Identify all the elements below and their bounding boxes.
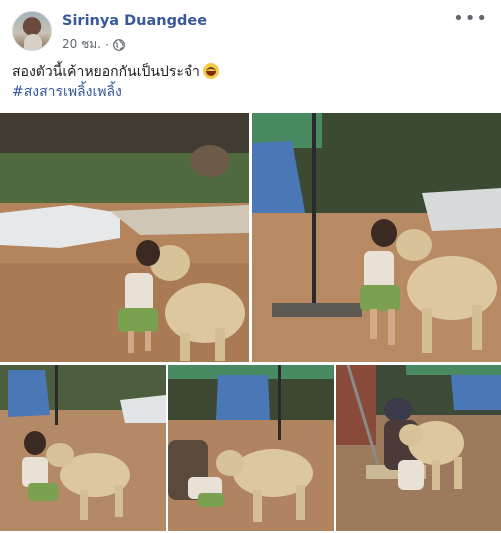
more-options-icon[interactable]: ••• [453,10,488,28]
photo-1-image [0,113,249,362]
photo-2[interactable] [252,113,501,362]
photo-3[interactable] [0,365,166,531]
photo-3-image [0,365,166,531]
post-meta: 20 ชม. · [62,35,125,54]
author-name[interactable]: Sirinya Duangdee [62,13,207,29]
photo-1[interactable] [0,113,249,362]
globe-icon[interactable] [112,38,125,51]
photo-4-image [168,365,334,531]
photo-4[interactable] [168,365,334,531]
post-caption: สองตัวนี้เค้าหยอกกันเป็นประจำ #สงสารเพลิ… [12,62,490,102]
photo-5-image [336,365,501,531]
caption-text: สองตัวนี้เค้าหยอกกันเป็นประจำ [12,64,200,80]
laughing-emoji-icon [202,63,219,79]
hashtag-link[interactable]: #สงสารเพลิ้งเพลิ้ง [12,82,490,102]
avatar[interactable] [12,11,52,51]
photo-5[interactable] [336,365,501,531]
post-header: Sirinya Duangdee 20 ชม. · ••• [12,10,492,54]
meta-separator: · [104,37,109,52]
timestamp[interactable]: 20 ชม. [62,35,101,54]
photo-2-image [252,113,501,362]
